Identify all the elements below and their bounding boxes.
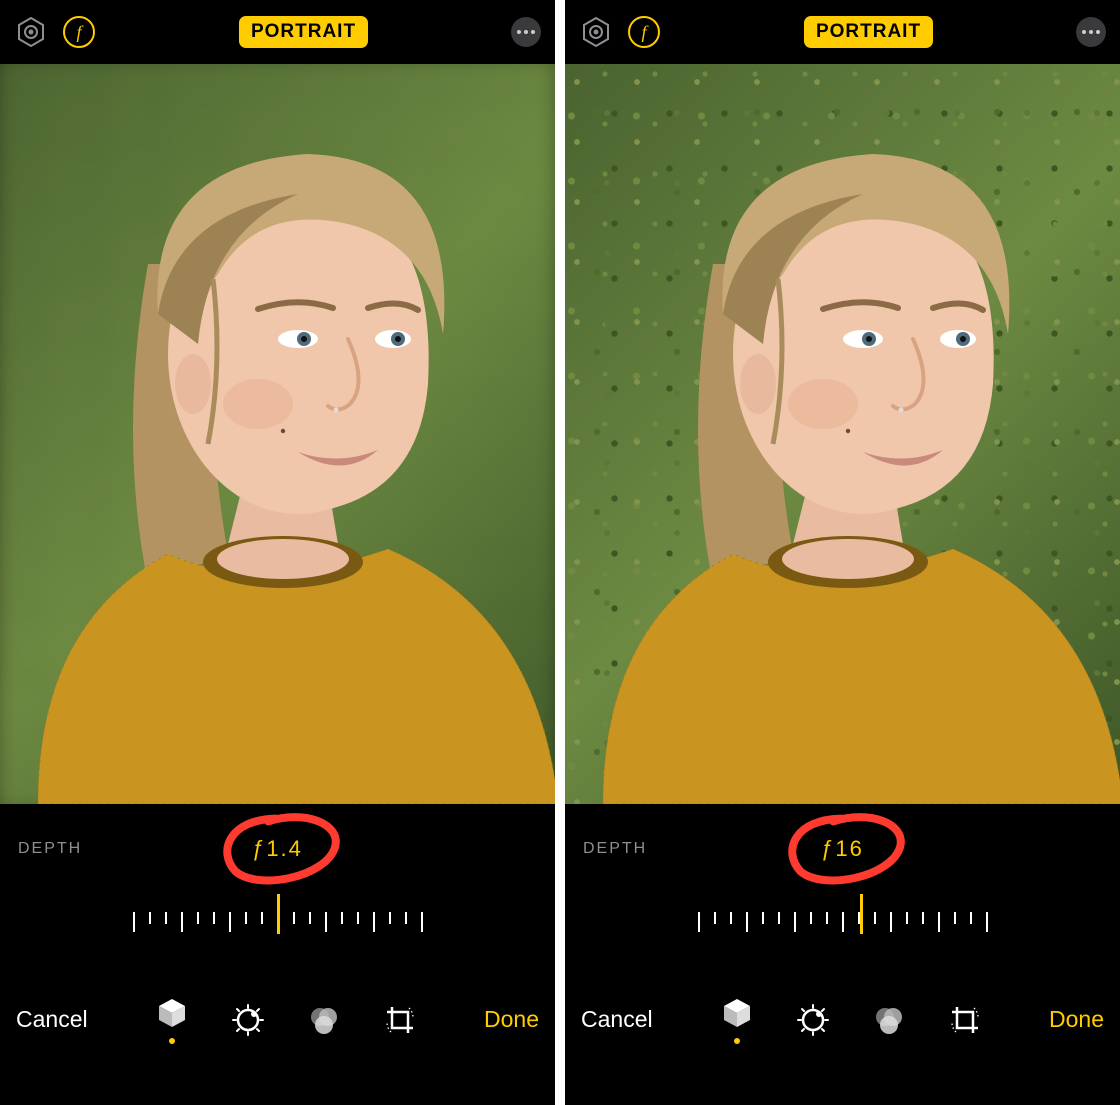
cancel-button[interactable]: Cancel <box>16 1006 88 1033</box>
adjust-tool-button[interactable] <box>231 1003 265 1037</box>
depth-f-value: ƒ1.4 <box>252 836 303 862</box>
photo-preview[interactable] <box>565 64 1120 804</box>
svg-text:f: f <box>76 22 84 42</box>
cube-icon <box>155 996 189 1030</box>
top-bar: f PORTRAIT <box>565 0 1120 64</box>
depth-f-value: ƒ16 <box>821 836 864 862</box>
active-dot-icon <box>169 1038 175 1044</box>
ellipsis-icon <box>517 30 521 34</box>
svg-text:f: f <box>641 22 649 42</box>
lighting-hex-icon[interactable] <box>579 15 613 49</box>
adjust-tool-button[interactable] <box>796 1003 830 1037</box>
crop-rotate-icon <box>383 1003 417 1037</box>
filters-tool-button[interactable] <box>307 1003 341 1037</box>
more-button[interactable] <box>1076 17 1106 47</box>
adjust-dial-icon <box>796 1003 830 1037</box>
more-button[interactable] <box>511 17 541 47</box>
done-button[interactable]: Done <box>484 1006 539 1033</box>
depth-slider[interactable] <box>0 894 555 954</box>
photo-preview[interactable] <box>0 64 555 804</box>
aperture-f-icon[interactable]: f <box>62 15 96 49</box>
depth-label: DEPTH <box>583 840 647 858</box>
ellipsis-icon <box>1082 30 1086 34</box>
crop-rotate-icon <box>948 1003 982 1037</box>
depth-row: DEPTH ƒ16 <box>565 804 1120 894</box>
crop-tool-button[interactable] <box>383 1003 417 1037</box>
depth-label: DEPTH <box>18 840 82 858</box>
portrait-tool-button[interactable] <box>155 996 189 1044</box>
photo-subject <box>0 84 555 804</box>
filters-tool-button[interactable] <box>872 1003 906 1037</box>
adjust-dial-icon <box>231 1003 265 1037</box>
bottom-bar: Cancel <box>0 954 555 1105</box>
lighting-hex-icon[interactable] <box>14 15 48 49</box>
active-dot-icon <box>734 1038 740 1044</box>
depth-row: DEPTH ƒ1.4 <box>0 804 555 894</box>
filters-icon <box>307 1003 341 1037</box>
mode-pill[interactable]: PORTRAIT <box>239 16 368 48</box>
cancel-button[interactable]: Cancel <box>581 1006 653 1033</box>
editor-pane-right: f PORTRAIT <box>565 0 1120 1105</box>
bottom-bar: Cancel <box>565 954 1120 1105</box>
slider-ticks <box>698 894 988 954</box>
top-bar: f PORTRAIT <box>0 0 555 64</box>
mode-pill[interactable]: PORTRAIT <box>804 16 933 48</box>
editor-pane-left: f PORTRAIT <box>0 0 555 1105</box>
filters-icon <box>872 1003 906 1037</box>
slider-indicator <box>277 894 280 934</box>
cube-icon <box>720 996 754 1030</box>
done-button[interactable]: Done <box>1049 1006 1104 1033</box>
aperture-f-icon[interactable]: f <box>627 15 661 49</box>
portrait-tool-button[interactable] <box>720 996 754 1044</box>
slider-indicator <box>860 894 863 934</box>
photo-subject <box>565 84 1120 804</box>
crop-tool-button[interactable] <box>948 1003 982 1037</box>
depth-slider[interactable] <box>565 894 1120 954</box>
